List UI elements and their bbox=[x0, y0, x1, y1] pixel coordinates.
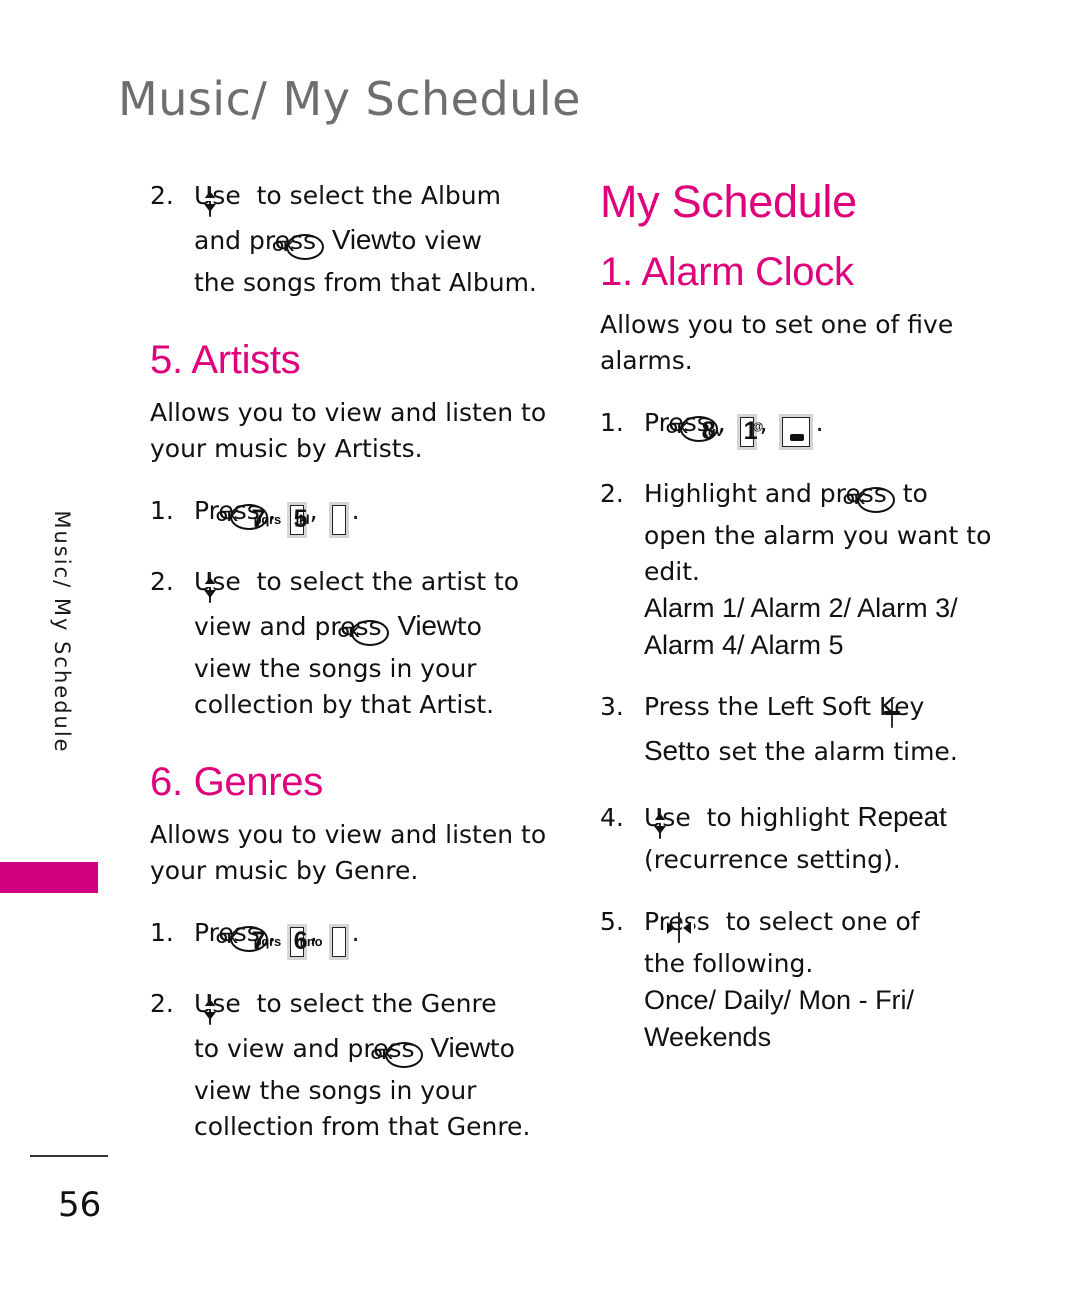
step-alarm-repeat: 4. Use to highlight Repeat (recurrence se… bbox=[600, 797, 1020, 878]
numeric-key-1-voicemail-icon: 1@ bbox=[744, 414, 813, 451]
step-alarm-highlight: 2. Highlight and press OK to open the ala… bbox=[600, 476, 1020, 590]
step-number: 1. bbox=[150, 496, 174, 525]
step-artists-select: 2. Use to select the artist to view and p… bbox=[150, 564, 550, 723]
step-text: to bbox=[489, 1034, 515, 1063]
side-tab-marker bbox=[0, 862, 98, 893]
numeric-key-5-icon: 5jkl bbox=[294, 502, 349, 538]
side-tab-label: Music/ My Schedule bbox=[50, 510, 74, 754]
step-text: the songs from that Album. bbox=[194, 268, 537, 297]
step-number: 5. bbox=[600, 907, 624, 937]
genres-description: Allows you to view and listen to your mu… bbox=[150, 817, 550, 889]
step-text: to select the Album bbox=[256, 181, 501, 210]
genres-desc-line2: your music by Genre. bbox=[150, 856, 419, 885]
step-text: to set the alarm time. bbox=[685, 737, 958, 767]
genres-desc-line1: Allows you to view and listen to bbox=[150, 820, 547, 849]
softkey-label-set: Set bbox=[644, 735, 686, 767]
section-heading-artists: 5. Artists bbox=[150, 338, 301, 382]
step-number: 4. bbox=[600, 803, 624, 833]
right-column: My Schedule 1. Alarm Clock Allows you to… bbox=[600, 178, 1020, 1055]
step-text: Use bbox=[194, 567, 241, 596]
page-title: Music/ My Schedule bbox=[118, 72, 581, 126]
step-text: to select the Genre bbox=[256, 989, 497, 1018]
left-column: 2. Use to select the Album and press OK V… bbox=[150, 178, 550, 1145]
step-alarm-recurrence: 5. Press to select one of the following. bbox=[600, 904, 1020, 982]
step-text: Use bbox=[194, 989, 241, 1018]
artists-description: Allows you to view and listen to your mu… bbox=[150, 395, 550, 467]
step-number: 2. bbox=[150, 989, 174, 1018]
step-text: edit. bbox=[644, 557, 700, 587]
recurrence-options-line2: Weekends bbox=[644, 1021, 772, 1052]
alarm-options-list: Alarm 1/ Alarm 2/ Alarm 3/ Alarm 4/ Alar… bbox=[600, 590, 1020, 663]
numeric-key-6-icon: 6mno bbox=[294, 924, 349, 960]
alarm-desc-line2: alarms. bbox=[600, 346, 693, 376]
artists-desc-line2: your music by Artists. bbox=[150, 434, 423, 463]
step-album-select: 2. Use to select the Album and press OK V… bbox=[150, 178, 550, 301]
step-text: view the songs in your bbox=[194, 654, 477, 683]
step-text: to highlight bbox=[706, 803, 850, 833]
softkey-label-view: View bbox=[331, 224, 392, 255]
step-text: Use bbox=[644, 803, 691, 833]
step-number: 1. bbox=[150, 918, 174, 947]
alarm-desc-line1: Allows you to set one of five bbox=[600, 310, 954, 340]
period: . bbox=[815, 408, 824, 438]
step-number: 2. bbox=[150, 567, 174, 596]
alarm-options-line2: Alarm 4/ Alarm 5 bbox=[644, 629, 844, 660]
step-text: to view bbox=[391, 226, 482, 255]
step-alarm-softkey: 3. Press the Left Soft Key Setto set the … bbox=[600, 689, 1020, 771]
step-genres-press: 1.Press OK, 7pqrs, 6mno. bbox=[150, 915, 550, 960]
step-text: to bbox=[902, 479, 928, 509]
softkey-label-view: View bbox=[397, 610, 457, 641]
step-artists-press: 1.Press OK, 7pqrs, 5jkl. bbox=[150, 493, 550, 538]
section-heading-genres: 6. Genres bbox=[150, 760, 323, 804]
step-alarm-press: 1.Press OK, 8tuv, 1@. bbox=[600, 405, 1020, 451]
page-number: 56 bbox=[58, 1185, 102, 1225]
step-number: 1. bbox=[600, 408, 624, 438]
step-text: Use bbox=[194, 181, 241, 210]
chapter-heading-my-schedule: My Schedule bbox=[600, 176, 857, 227]
alarm-options-line1: Alarm 1/ Alarm 2/ Alarm 3/ bbox=[644, 593, 958, 624]
manual-page: Music/ My Schedule Music/ My Schedule 2.… bbox=[0, 0, 1080, 1295]
step-number: 2. bbox=[150, 181, 174, 210]
step-text: the following. bbox=[644, 949, 814, 979]
step-text: collection from that Genre. bbox=[194, 1112, 531, 1141]
footer-divider bbox=[30, 1155, 108, 1157]
alarm-description: Allows you to set one of five alarms. bbox=[600, 307, 1020, 379]
step-text: to select one of bbox=[725, 907, 920, 937]
period: . bbox=[351, 496, 360, 525]
step-text: to select the artist to bbox=[256, 567, 520, 596]
artists-desc-line1: Allows you to view and listen to bbox=[150, 398, 547, 427]
step-text: open the alarm you want to bbox=[644, 521, 992, 551]
step-text: (recurrence setting). bbox=[644, 845, 901, 875]
step-number: 3. bbox=[600, 692, 624, 722]
ok-key-label: OK bbox=[272, 233, 324, 260]
step-text: to bbox=[456, 612, 482, 641]
step-text: Press bbox=[644, 907, 710, 937]
recurrence-options-list: Once/ Daily/ Mon - Fri/ Weekends bbox=[600, 982, 1020, 1055]
recurrence-options-line1: Once/ Daily/ Mon - Fri/ bbox=[644, 985, 915, 1016]
step-text: Press the Left Soft Key bbox=[644, 692, 925, 722]
period: . bbox=[351, 918, 360, 947]
step-text: collection by that Artist. bbox=[194, 690, 495, 719]
voicemail-icon: @ bbox=[753, 422, 804, 442]
step-genres-select: 2. Use to select the Genre to view and pr… bbox=[150, 986, 550, 1145]
menu-label-repeat: Repeat bbox=[857, 801, 947, 833]
softkey-label-view: View bbox=[430, 1032, 490, 1063]
section-heading-alarm-clock: 1. Alarm Clock bbox=[600, 250, 854, 295]
comma: , bbox=[309, 496, 318, 525]
step-text: view the songs in your bbox=[194, 1076, 477, 1105]
step-number: 2. bbox=[600, 479, 624, 509]
